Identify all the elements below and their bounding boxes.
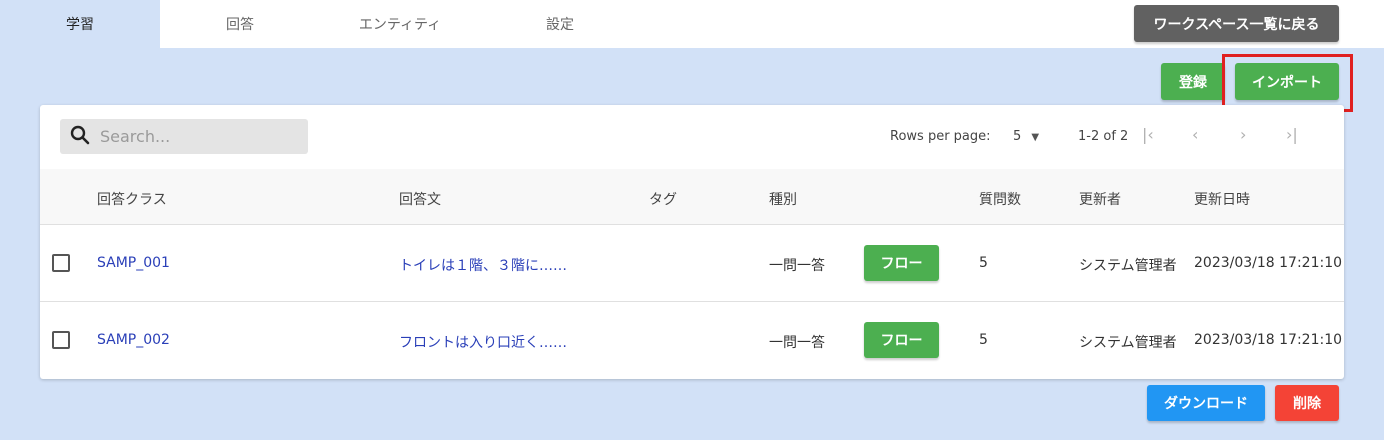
flow-button[interactable]: フロー (864, 245, 939, 281)
next-page-icon[interactable]: › (1240, 125, 1246, 144)
tab-learning[interactable]: 学習 (0, 0, 160, 48)
column-header-type[interactable]: 種別 (769, 189, 797, 209)
answer-text-link[interactable]: トイレは１階、３階に…… (399, 255, 567, 275)
column-header-answer-text[interactable]: 回答文 (399, 189, 441, 209)
type-cell: 一問一答 (769, 335, 825, 351)
rows-per-page-select[interactable]: 5 ▼ (1013, 129, 1039, 144)
top-nav-bar: 学習 回答 エンティティ 設定 ワークスペース一覧に戻る (0, 0, 1384, 48)
column-header-updated-at[interactable]: 更新日時 (1194, 189, 1250, 209)
download-button[interactable]: ダウンロード (1147, 385, 1265, 421)
dropdown-arrow-icon: ▼ (1031, 132, 1040, 143)
column-header-tag[interactable]: タグ (649, 189, 677, 209)
updated-at-cell: 2023/03/18 17:21:10 (1194, 332, 1343, 348)
rows-per-page-label: Rows per page: (890, 129, 991, 144)
register-button[interactable]: 登録 (1161, 63, 1225, 100)
type-cell: 一問一答 (769, 258, 825, 274)
column-header-question-count[interactable]: 質問数 (979, 189, 1021, 209)
table-row: SAMP_001 トイレは１階、３階に…… 一問一答 フロー 5 システム管理者… (40, 225, 1344, 302)
row-checkbox[interactable] (52, 331, 70, 349)
updated-at-cell: 2023/03/18 17:21:10 (1194, 255, 1343, 271)
search-icon (70, 125, 90, 149)
search-box (60, 119, 308, 154)
answer-class-link[interactable]: SAMP_001 (97, 255, 170, 271)
updater-cell: システム管理者 (1079, 258, 1177, 274)
answer-text-link[interactable]: フロントは入り口近く…… (399, 332, 567, 352)
previous-page-icon[interactable]: ‹ (1192, 125, 1198, 144)
flow-button[interactable]: フロー (864, 322, 939, 358)
delete-button[interactable]: 削除 (1275, 385, 1339, 421)
table-header: 回答クラス 回答文 タグ 種別 質問数 更新者 更新日時 (40, 169, 1344, 225)
search-input[interactable] (100, 127, 290, 146)
answer-class-link[interactable]: SAMP_002 (97, 332, 170, 348)
import-highlight-box (1222, 54, 1353, 112)
tab-entities[interactable]: エンティティ (320, 0, 480, 48)
rows-per-page-value: 5 (1013, 129, 1022, 144)
table-row: SAMP_002 フロントは入り口近く…… 一問一答 フロー 5 システム管理者… (40, 302, 1344, 379)
first-page-icon[interactable]: |‹ (1142, 125, 1154, 144)
question-count-cell: 5 (979, 332, 988, 348)
tab-settings[interactable]: 設定 (480, 0, 640, 48)
answer-table-card: Rows per page: 5 ▼ 1-2 of 2 |‹ ‹ › ›| 回答… (40, 105, 1344, 379)
column-header-answer-class[interactable]: 回答クラス (97, 189, 167, 209)
column-header-updater[interactable]: 更新者 (1079, 189, 1121, 209)
last-page-icon[interactable]: ›| (1286, 125, 1298, 144)
back-to-workspaces-button[interactable]: ワークスペース一覧に戻る (1134, 5, 1339, 42)
updater-cell: システム管理者 (1079, 335, 1177, 351)
tab-answers[interactable]: 回答 (160, 0, 320, 48)
row-checkbox[interactable] (52, 254, 70, 272)
question-count-cell: 5 (979, 255, 988, 271)
pagination-range: 1-2 of 2 (1078, 129, 1129, 144)
